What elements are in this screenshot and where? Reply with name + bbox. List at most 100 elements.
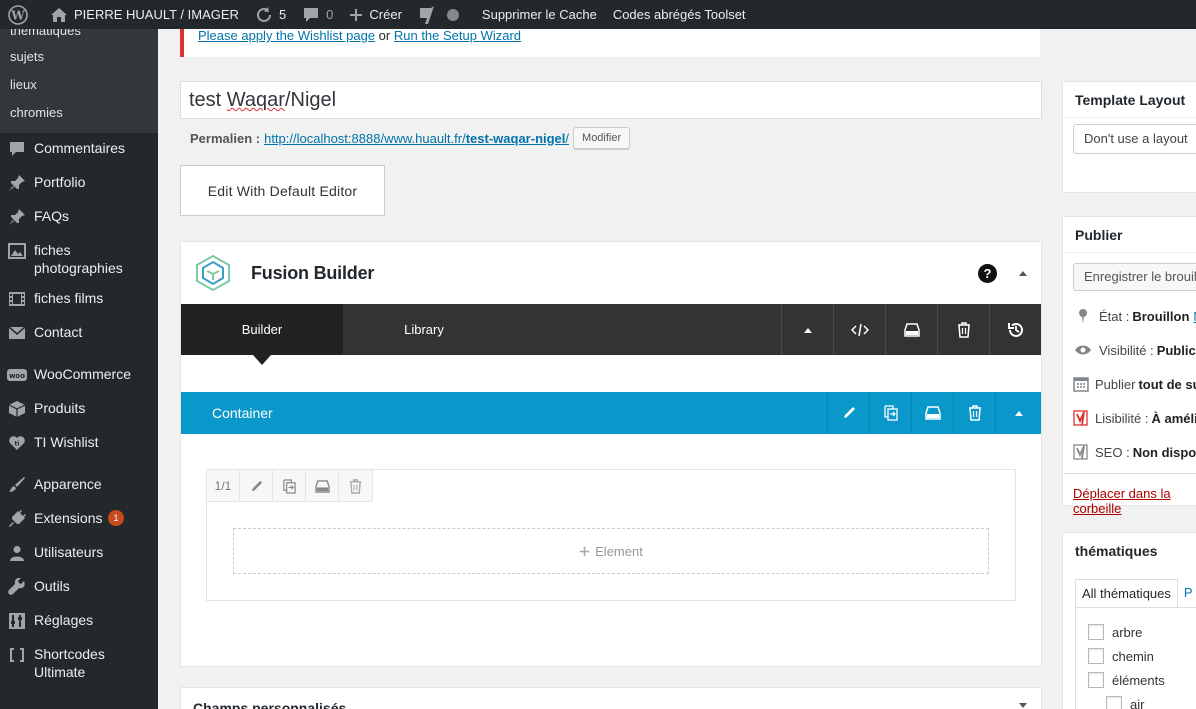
submenu-item-lieux[interactable]: lieux [0, 71, 158, 99]
term-checkbox[interactable] [1106, 696, 1122, 709]
sidebar-item-label: Produits [34, 400, 86, 416]
film-icon [7, 289, 27, 309]
edit-default-editor-button[interactable]: Edit With Default Editor [180, 165, 385, 216]
permalink-label: Permalien : [190, 130, 261, 146]
column-size-button[interactable]: 1/1 [207, 470, 240, 502]
sidebar-item-produits[interactable]: Produits [0, 393, 158, 427]
column-block: 1/1 Element [206, 469, 1016, 601]
sidebar-item-apparence[interactable]: Apparence [0, 469, 158, 503]
fusion-logo-icon [196, 254, 230, 292]
sidebar-item-ti-wishlist[interactable]: ti TI Wishlist [0, 427, 158, 461]
history-button[interactable] [989, 304, 1041, 355]
clear-cache-button[interactable]: Supprimer le Cache [474, 0, 605, 29]
visibility-value: Public [1156, 342, 1196, 358]
container-save-button[interactable] [911, 392, 953, 434]
add-element-button[interactable]: Element [233, 528, 989, 574]
code-view-button[interactable] [833, 304, 885, 355]
sidebar-item-outils[interactable]: Outils [0, 571, 158, 605]
svg-text:W: W [10, 8, 25, 22]
toolset-shortcodes-label: Codes abrégés Toolset [612, 7, 746, 22]
delete-all-button[interactable] [937, 304, 989, 355]
term-checkbox[interactable] [1088, 648, 1104, 664]
sidebar-item-utilisateurs[interactable]: Utilisateurs [0, 537, 158, 571]
site-name-link[interactable]: PIERRE HUAULT / IMAGER [42, 0, 247, 29]
pencil-icon [843, 407, 855, 418]
tab-library[interactable]: Library [343, 304, 505, 355]
svg-text:ti: ti [15, 441, 20, 448]
container-delete-button[interactable] [953, 392, 995, 434]
yoast-readability-icon [1073, 409, 1089, 427]
help-icon[interactable]: ? [978, 264, 997, 283]
container-label[interactable]: Container [181, 405, 273, 421]
thematiques-list: arbre chemin éléments air [1075, 607, 1196, 709]
tab-builder[interactable]: Builder [181, 304, 343, 365]
fusion-toolbar: Builder Library [181, 304, 1041, 365]
updates-link[interactable]: 5 [247, 0, 294, 29]
permalink-link[interactable]: http://localhost:8888/www.huault.fr/test… [264, 131, 569, 146]
image-icon [7, 241, 27, 261]
list-item: arbre [1088, 620, 1196, 644]
toggle-all-button[interactable] [781, 304, 833, 355]
yoast-icon [419, 5, 434, 24]
column-settings-button[interactable] [240, 470, 273, 502]
custom-fields-box[interactable]: Champs personnalisés [180, 687, 1042, 709]
plus-icon [350, 8, 363, 21]
sidebar-item-faqs[interactable]: FAQs [0, 201, 158, 235]
submenu-item-sujets[interactable]: sujets [0, 43, 158, 71]
toolset-shortcodes-menu[interactable]: Codes abrégés Toolset [605, 0, 754, 29]
container-clone-button[interactable] [869, 392, 911, 434]
sidebar-item-contact[interactable]: Contact [0, 317, 158, 351]
wordpress-logo-button[interactable]: W [0, 0, 42, 29]
sidebar-item-label: Extensions [34, 510, 103, 526]
column-tools: 1/1 [207, 470, 373, 502]
sidebar-item-label: Shortcodes Ultimate [34, 646, 105, 680]
column-save-button[interactable] [306, 470, 339, 502]
collapse-icon[interactable] [1018, 269, 1028, 277]
yoast-seo-menu[interactable] [410, 0, 474, 29]
apply-wishlist-link[interactable]: Please apply the Wishlist page [198, 28, 375, 43]
sidebar-item-portfolio[interactable]: Portfolio [0, 167, 158, 201]
pin-icon [7, 173, 27, 193]
sidebar-item-fiches-photographies[interactable]: fiches photographies [0, 235, 158, 283]
term-checkbox[interactable] [1088, 672, 1104, 688]
trash-icon [957, 321, 970, 338]
submenu-item-chromies[interactable]: chromies [0, 99, 158, 127]
setup-wizard-link[interactable]: Run the Setup Wizard [394, 28, 521, 43]
container-collapse-button[interactable] [995, 392, 1041, 434]
post-title-input[interactable]: test Waqar/Nigel [180, 81, 1042, 119]
home-icon [51, 7, 67, 22]
submenu-item-thematiques[interactable]: thématiques [0, 29, 158, 43]
sidebar-item-woocommerce[interactable]: woo WooCommerce [0, 359, 158, 393]
template-layout-select[interactable]: Don't use a layout [1073, 124, 1196, 154]
expand-icon[interactable] [1018, 702, 1028, 709]
sidebar-item-extensions[interactable]: Extensions 1 [0, 503, 158, 537]
sidebar-separator [0, 351, 158, 359]
comment-icon [7, 139, 27, 159]
publish-date-row: Publier tout de suite [1063, 367, 1196, 401]
tab-all-thematiques[interactable]: All thématiques [1075, 579, 1178, 607]
column-clone-button[interactable] [273, 470, 306, 502]
save-button[interactable] [885, 304, 937, 355]
container-settings-button[interactable] [827, 392, 869, 434]
save-draft-button[interactable]: Enregistrer le brouillon [1073, 263, 1196, 291]
svg-text:woo: woo [9, 372, 25, 380]
sidebar-item-commentaires[interactable]: Commentaires [0, 133, 158, 167]
new-content-link[interactable]: Créer [341, 0, 410, 29]
term-label: air [1130, 696, 1145, 709]
sidebar-item-fiches-films[interactable]: fiches films [0, 283, 158, 317]
term-checkbox[interactable] [1088, 624, 1104, 640]
sidebar-item-reglages[interactable]: Réglages [0, 605, 158, 639]
move-to-trash-link[interactable]: Déplacer dans la corbeille [1063, 473, 1196, 516]
refresh-icon [256, 6, 271, 22]
visibility-row: Visibilité : Public [1063, 333, 1196, 367]
modify-permalink-button[interactable]: Modifier [573, 127, 631, 149]
comments-link[interactable]: 0 [294, 0, 341, 29]
calendar-icon [1073, 376, 1089, 392]
sidebar-item-label: FAQs [34, 208, 70, 224]
sidebar-item-shortcodes-ultimate[interactable]: Shortcodes Ultimate [0, 639, 158, 687]
status-label: État : [1099, 308, 1130, 324]
tab-most-used[interactable]: P [1177, 579, 1196, 607]
term-label: éléments [1112, 672, 1165, 688]
column-delete-button[interactable] [339, 470, 372, 502]
template-layout-title: Template Layout [1063, 82, 1196, 118]
